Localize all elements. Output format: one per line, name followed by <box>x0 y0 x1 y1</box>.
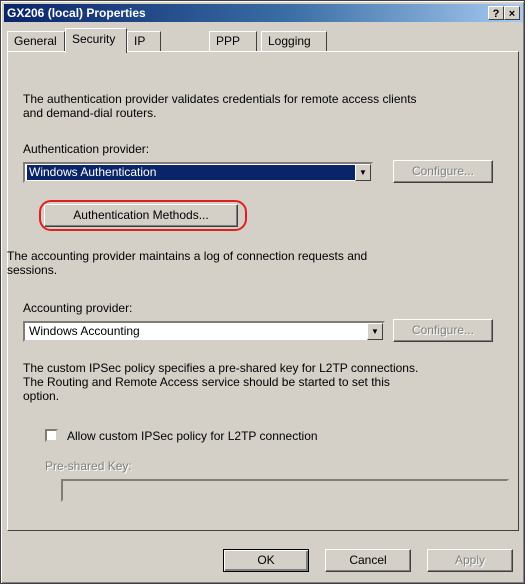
accounting-description-line2: sessions. <box>7 263 58 277</box>
ok-button[interactable]: OK <box>223 549 309 572</box>
auth-configure-button[interactable]: Configure... <box>393 160 493 183</box>
window-title: GX206 (local) Properties <box>7 6 146 20</box>
cancel-button[interactable]: Cancel <box>325 549 411 572</box>
ipsec-description-line2: The Routing and Remote Access service sh… <box>23 375 390 389</box>
properties-dialog: GX206 (local) Properties ? × General Sec… <box>0 0 525 584</box>
help-button[interactable]: ? <box>488 6 504 20</box>
tab-general[interactable]: General <box>7 31 65 52</box>
tab-ppp[interactable]: PPP <box>209 31 257 52</box>
highlight-circle <box>39 200 247 231</box>
auth-description-line2: and demand-dial routers. <box>23 106 157 120</box>
auth-provider-value: Windows Authentication <box>27 165 357 180</box>
ipsec-description-line3: option. <box>23 389 60 403</box>
preshared-key-input[interactable] <box>61 479 509 502</box>
close-button[interactable]: × <box>504 6 520 20</box>
chevron-down-icon[interactable]: ▼ <box>367 323 383 340</box>
auth-provider-select[interactable]: Windows Authentication ▼ <box>23 162 373 183</box>
apply-button[interactable]: Apply <box>427 549 513 572</box>
chevron-down-icon[interactable]: ▼ <box>355 164 371 181</box>
auth-provider-label: Authentication provider: <box>23 142 150 156</box>
accounting-provider-value: Windows Accounting <box>29 324 140 338</box>
preshared-key-label: Pre-shared Key: <box>45 459 132 473</box>
ipsec-policy-checkbox[interactable] <box>45 429 58 442</box>
auth-description-line1: The authentication provider validates cr… <box>23 92 417 106</box>
title-bar[interactable]: GX206 (local) Properties ? × <box>4 4 523 22</box>
tab-security[interactable]: Security <box>65 28 127 53</box>
tab-logging[interactable]: Logging <box>261 31 327 52</box>
accounting-provider-label: Accounting provider: <box>23 301 133 315</box>
ipsec-description-line1: The custom IPSec policy specifies a pre-… <box>23 361 419 375</box>
accounting-provider-select[interactable]: Windows Accounting ▼ <box>23 321 385 342</box>
ipsec-checkbox-label[interactable]: Allow custom IPSec policy for L2TP conne… <box>67 429 318 443</box>
accounting-configure-button[interactable]: Configure... <box>393 319 493 342</box>
accounting-description-line1: The accounting provider maintains a log … <box>7 249 368 263</box>
tab-ip[interactable]: IP <box>127 31 161 52</box>
